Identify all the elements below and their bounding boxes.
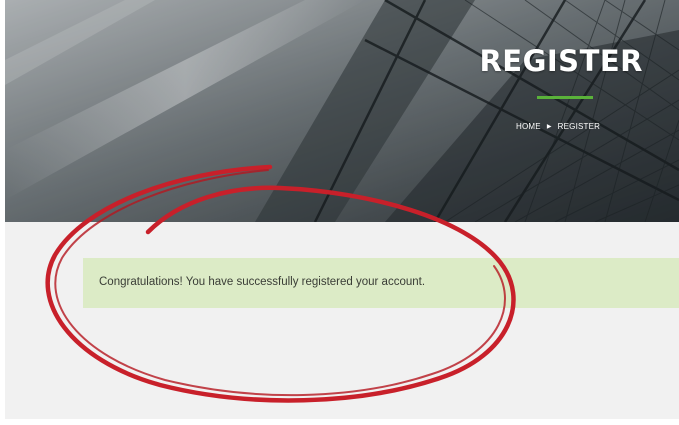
success-notice: Congratulations! You have successfully r… xyxy=(83,258,679,308)
page-title: REGISTER xyxy=(479,44,643,78)
triangle-right-icon: ▶ xyxy=(546,124,552,130)
building-background-image xyxy=(5,0,679,222)
hero-banner: REGISTER HOME ▶ REGISTER xyxy=(5,0,679,222)
breadcrumb-current: REGISTER xyxy=(557,122,601,131)
title-underline xyxy=(537,96,593,99)
breadcrumb: HOME ▶ REGISTER xyxy=(516,122,600,131)
page-frame: REGISTER HOME ▶ REGISTER Congratulations… xyxy=(5,0,679,419)
success-message: Congratulations! You have successfully r… xyxy=(99,276,426,288)
breadcrumb-home-link[interactable]: HOME xyxy=(516,122,541,131)
